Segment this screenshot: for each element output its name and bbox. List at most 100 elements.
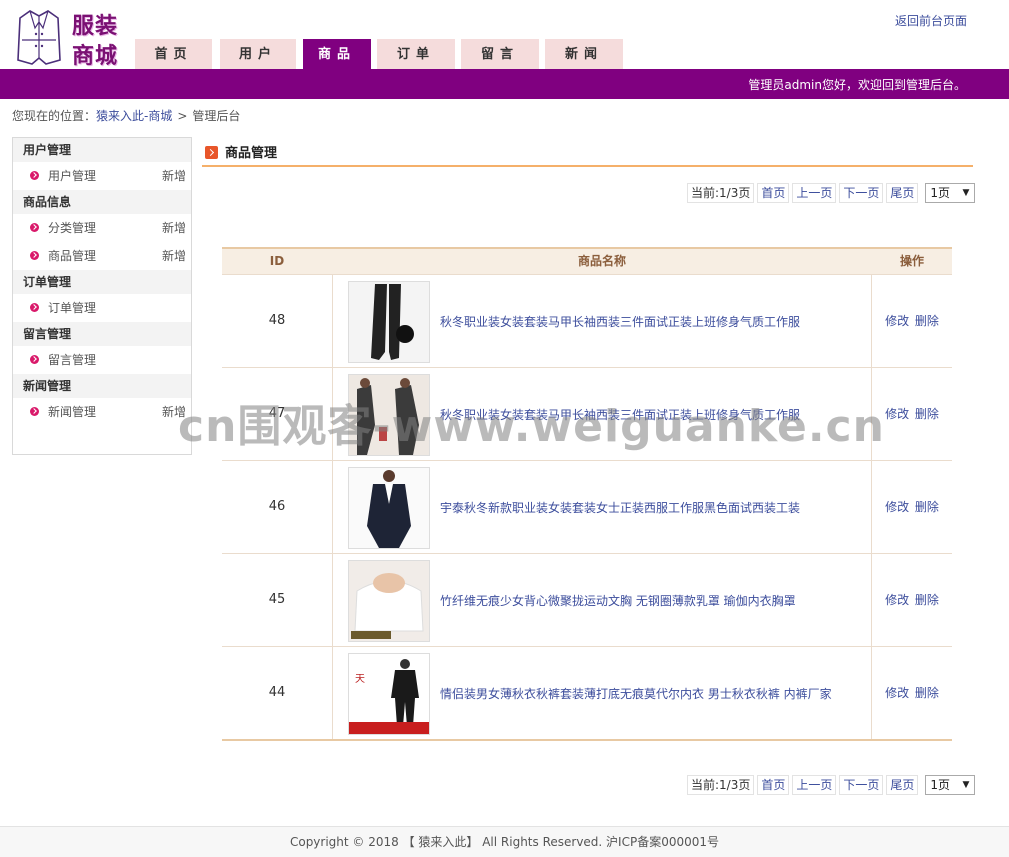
breadcrumb-separator: > — [177, 109, 188, 123]
cell-id: 46 — [222, 461, 333, 553]
table-row: 45 竹纤维无痕少女背心微聚拢运动文胸 无钢圈薄款乳罩 瑜伽内衣胸罩 修改 删除 — [222, 553, 952, 646]
header-id: ID — [269, 254, 285, 268]
cell-name: 天 情侣装男女薄秋衣秋裤套装薄打底无痕莫代尔内衣 男士秋衣秋裤 内裤厂家 — [333, 647, 872, 739]
edit-link[interactable]: 修改 — [885, 500, 909, 514]
product-thumbnail[interactable] — [348, 281, 430, 363]
table-row: 46 宇泰秋冬新款职业装女装套装女士正装西服工作服黑色面试西装工装 修改 删除 — [222, 460, 952, 553]
cell-id: 44 — [222, 647, 333, 739]
sidebar-item-label[interactable]: 新闻管理 — [48, 405, 96, 419]
edit-link[interactable]: 修改 — [885, 407, 909, 421]
tab-news[interactable]: 新闻 — [545, 39, 623, 69]
pager-last[interactable]: 尾页 — [886, 183, 919, 203]
footer: Copyright © 2018 【 猿来入此】 All Rights Rese… — [0, 826, 1009, 857]
svg-text:天: 天 — [355, 674, 365, 685]
product-name-link[interactable]: 竹纤维无痕少女背心微聚拢运动文胸 无钢圈薄款乳罩 瑜伽内衣胸罩 — [440, 592, 796, 609]
top-bar: 管理员admin您好，欢迎回到管理后台。 — [0, 69, 1009, 99]
cell-actions: 修改 删除 — [872, 275, 952, 367]
pager-bottom: 当前:1/3页 首页 上一页 下一页 尾页 1页 — [687, 775, 976, 795]
page-title-text: 商品管理 — [225, 146, 278, 161]
cell-actions: 修改 删除 — [872, 461, 952, 553]
product-thumbnail[interactable] — [348, 560, 430, 642]
tab-users[interactable]: 用户 — [220, 39, 296, 69]
sidebar-item-label[interactable]: 留言管理 — [48, 353, 96, 367]
pager-first[interactable]: 首页 — [757, 775, 790, 795]
arrow-square-icon — [205, 146, 218, 159]
sidebar-item-product-management[interactable]: 商品管理 新增 — [13, 242, 191, 270]
table-row: 44 天 情侣装男女薄秋衣秋裤套装薄打底无痕莫代尔内衣 男士秋衣秋裤 内裤厂家 … — [222, 646, 952, 739]
sidebar-item-user-management[interactable]: 用户管理 新增 — [13, 162, 191, 190]
sidebar-item-label[interactable]: 商品管理 — [48, 249, 96, 263]
table-header: ID 商品名称 操作 — [222, 249, 952, 274]
sidebar-item-message-management[interactable]: 留言管理 — [13, 346, 191, 374]
pager-prev[interactable]: 上一页 — [792, 183, 837, 203]
pager-next[interactable]: 下一页 — [839, 775, 884, 795]
coat-logo-icon — [17, 10, 61, 65]
sidebar-group-users: 用户管理 — [13, 138, 191, 162]
breadcrumb-current: 管理后台 — [192, 109, 241, 123]
sidebar: 用户管理 用户管理 新增 商品信息 分类管理 新增 商品管理 新增 订单管理 订单管理… — [12, 137, 192, 455]
delete-link[interactable]: 删除 — [915, 686, 939, 700]
product-name-link[interactable]: 情侣装男女薄秋衣秋裤套装薄打底无痕莫代尔内衣 男士秋衣秋裤 内裤厂家 — [440, 685, 832, 702]
sidebar-group-orders: 订单管理 — [13, 270, 191, 294]
delete-link[interactable]: 删除 — [915, 314, 939, 328]
cell-id: 48 — [222, 275, 333, 367]
table-row: 48 秋冬职业装女装套装马甲长袖西装三件面试正装上班修身气质工作服 修改 删除 — [222, 274, 952, 367]
cell-name: 秋冬职业装女装套装马甲长袖西装三件面试正装上班修身气质工作服 — [333, 275, 872, 367]
product-thumbnail[interactable]: 天 — [348, 653, 430, 735]
title-divider — [202, 165, 973, 167]
pager-info: 当前:1/3页 — [687, 775, 755, 795]
breadcrumb: 您现在的位置：猿来入此-商城 > 管理后台 — [12, 107, 240, 124]
back-to-frontend-link[interactable]: 返回前台页面 — [895, 12, 967, 29]
logo-text-line1: 服装 — [72, 13, 119, 39]
product-table: ID 商品名称 操作 48 秋冬职业装女装套装马甲长袖西装三件面试正装上班修身气… — [222, 247, 952, 741]
logo-text-line2: 商城 — [72, 43, 119, 69]
sidebar-item-order-management[interactable]: 订单管理 — [13, 294, 191, 322]
tab-messages[interactable]: 留言 — [461, 39, 539, 69]
cell-actions: 修改 删除 — [872, 647, 952, 739]
edit-link[interactable]: 修改 — [885, 314, 909, 328]
product-thumbnail[interactable] — [348, 467, 430, 549]
arrow-bullet-icon — [30, 223, 39, 232]
tab-home[interactable]: 首页 — [135, 39, 212, 69]
header-op: 操作 — [899, 254, 924, 268]
cell-name: 宇泰秋冬新款职业装女装套装女士正装西服工作服黑色面试西装工装 — [333, 461, 872, 553]
sidebar-item-label[interactable]: 用户管理 — [48, 169, 96, 183]
edit-link[interactable]: 修改 — [885, 686, 909, 700]
tab-products[interactable]: 商品 — [303, 39, 371, 69]
header-name: 商品名称 — [577, 254, 626, 268]
cell-actions: 修改 删除 — [872, 554, 952, 646]
product-name-link[interactable]: 宇泰秋冬新款职业装女装套装女士正装西服工作服黑色面试西装工装 — [440, 499, 800, 516]
breadcrumb-prefix: 您现在的位置： — [12, 109, 97, 123]
sidebar-group-products: 商品信息 — [13, 190, 191, 214]
sidebar-item-label[interactable]: 分类管理 — [48, 221, 96, 235]
pager-prev[interactable]: 上一页 — [792, 775, 837, 795]
delete-link[interactable]: 删除 — [915, 500, 939, 514]
page-select[interactable]: 1页 — [925, 183, 976, 203]
product-name-link[interactable]: 秋冬职业装女装套装马甲长袖西装三件面试正装上班修身气质工作服 — [440, 313, 800, 330]
pager-next[interactable]: 下一页 — [839, 183, 884, 203]
pager-first[interactable]: 首页 — [757, 183, 790, 203]
watermark: cn围观客-www.weiguanke.cn — [178, 401, 885, 452]
arrow-bullet-icon — [30, 171, 39, 180]
sidebar-item-category-management[interactable]: 分类管理 新增 — [13, 214, 191, 242]
header: 服装 商城 首页 用户 商品 订单 留言 新闻 返回前台页面 — [0, 0, 1009, 69]
arrow-bullet-icon — [30, 355, 39, 364]
delete-link[interactable]: 删除 — [915, 593, 939, 607]
sidebar-add-link[interactable]: 新增 — [162, 214, 186, 242]
sidebar-item-news-management[interactable]: 新闻管理 新增 — [13, 398, 191, 426]
page-select[interactable]: 1页 — [925, 775, 976, 795]
tab-orders[interactable]: 订单 — [377, 39, 455, 69]
sidebar-add-link[interactable]: 新增 — [162, 162, 186, 190]
pager-info: 当前:1/3页 — [687, 183, 755, 203]
sidebar-group-news: 新闻管理 — [13, 374, 191, 398]
page-title: 商品管理 — [205, 142, 277, 164]
sidebar-item-label[interactable]: 订单管理 — [48, 301, 96, 315]
pager-last[interactable]: 尾页 — [886, 775, 919, 795]
welcome-text: 管理员admin您好，欢迎回到管理后台。 — [748, 78, 966, 92]
breadcrumb-site-link[interactable]: 猿来入此-商城 — [96, 109, 172, 123]
site-logo[interactable]: 服装 商城 — [16, 6, 126, 69]
delete-link[interactable]: 删除 — [915, 407, 939, 421]
edit-link[interactable]: 修改 — [885, 593, 909, 607]
sidebar-add-link[interactable]: 新增 — [162, 242, 186, 270]
arrow-bullet-icon — [30, 407, 39, 416]
